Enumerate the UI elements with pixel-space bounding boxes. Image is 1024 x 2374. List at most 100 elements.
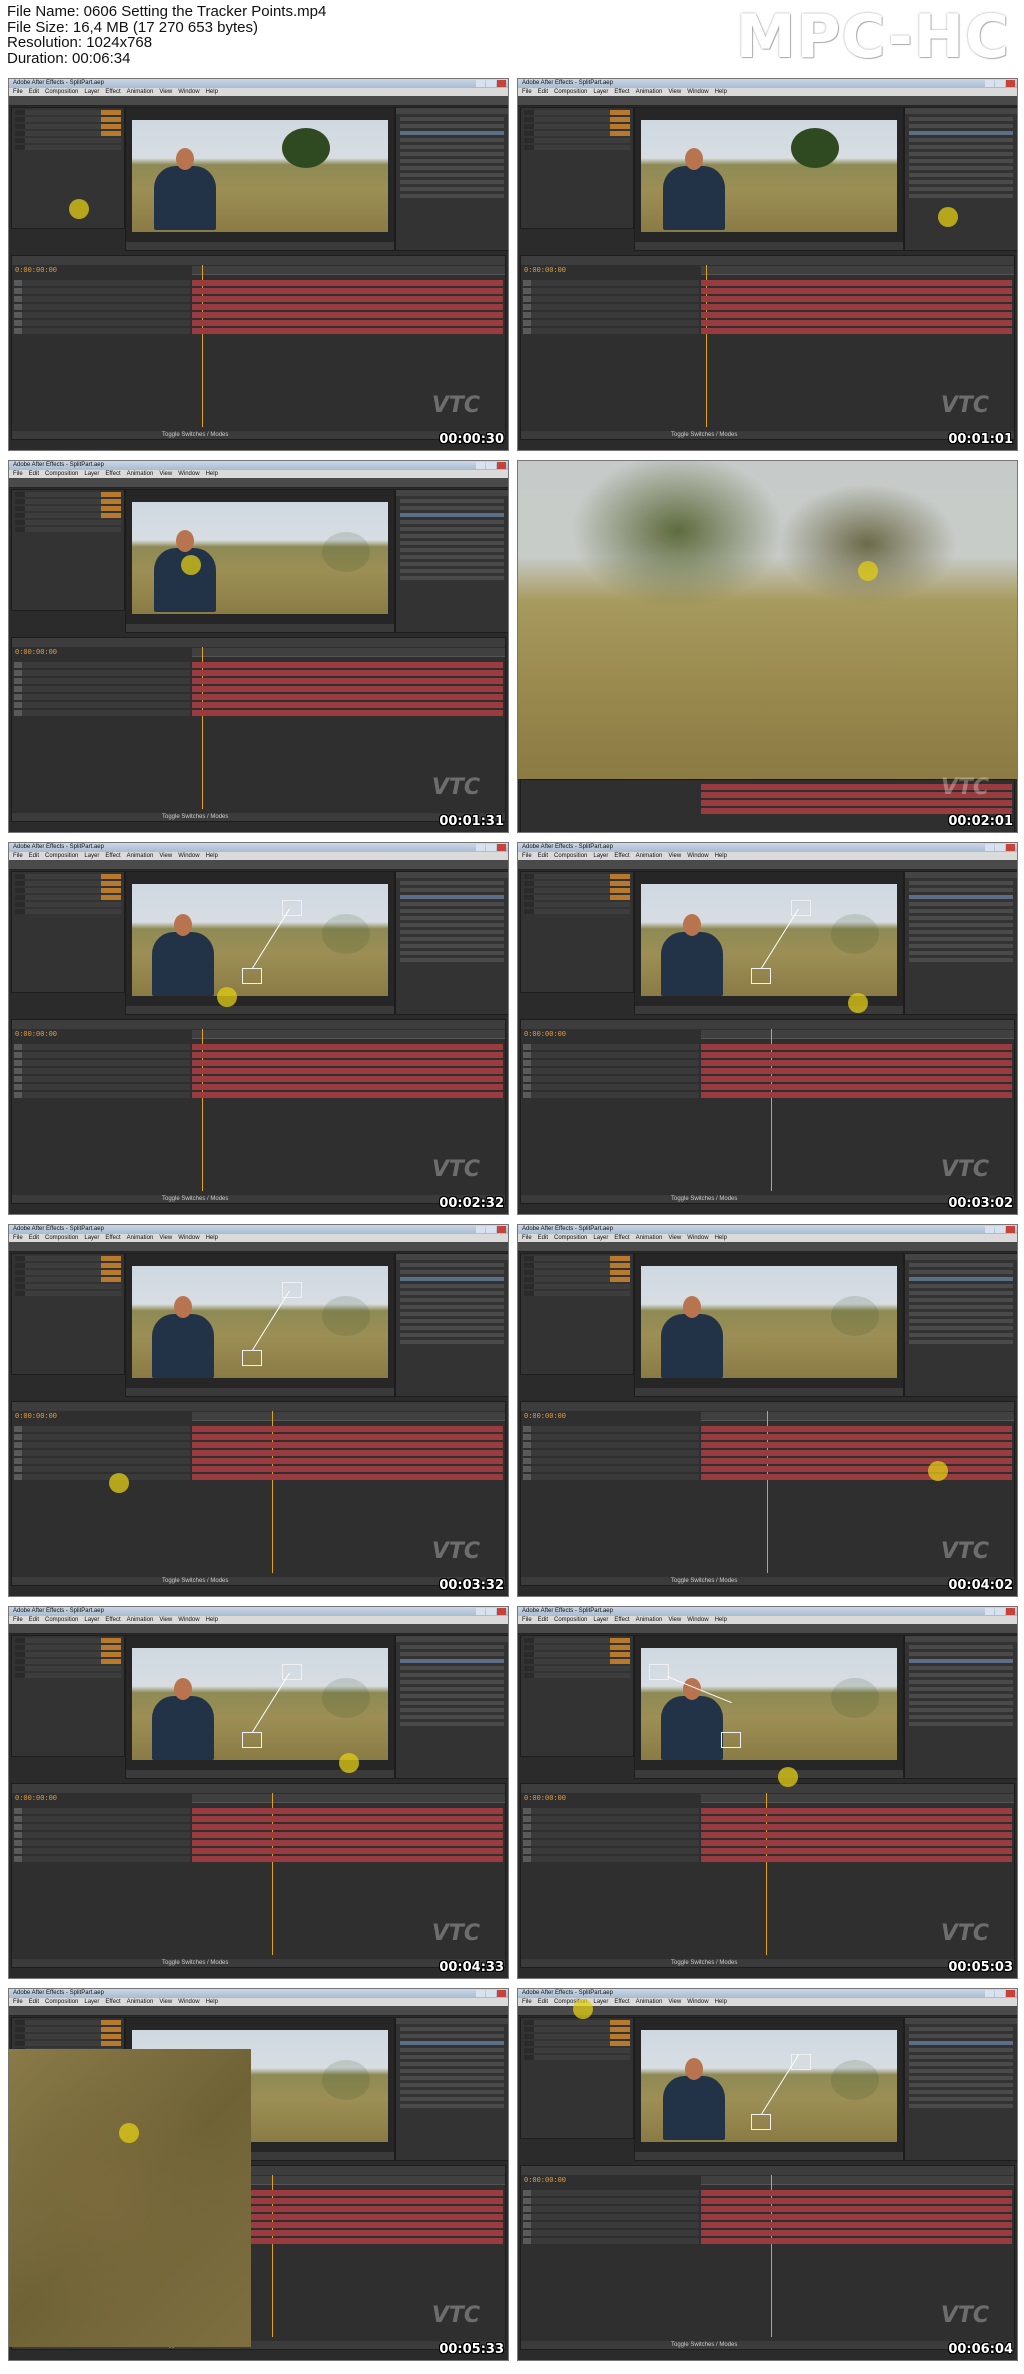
- menu-item[interactable]: Effect: [105, 853, 120, 859]
- menu-item[interactable]: Window: [178, 471, 199, 477]
- tools-toolbar[interactable]: [9, 2006, 508, 2016]
- menu-item[interactable]: Animation: [127, 1999, 154, 2005]
- window-controls[interactable]: [985, 80, 1015, 87]
- window-controls[interactable]: [476, 80, 506, 87]
- menu-item[interactable]: View: [668, 1999, 681, 2005]
- viewer-controls[interactable]: [635, 2152, 903, 2160]
- tracker-panel[interactable]: [904, 1253, 1017, 1397]
- composition-viewer[interactable]: [634, 1253, 904, 1397]
- tracker-panel[interactable]: [904, 107, 1017, 251]
- layer-tracks[interactable]: [701, 1044, 1012, 1100]
- window-controls[interactable]: [476, 844, 506, 851]
- menu-item[interactable]: Layer: [84, 471, 99, 477]
- timeline-footer[interactable]: Toggle Switches / Modes: [12, 1959, 505, 1967]
- menu-item[interactable]: Layer: [84, 1235, 99, 1241]
- menu-item[interactable]: Help: [715, 853, 727, 859]
- menu-bar[interactable]: File Edit Composition Layer Effect Animation V…: [518, 1234, 1017, 1242]
- layer-list[interactable]: [523, 1044, 699, 1100]
- menu-bar[interactable]: File Edit Composition Layer Effect Animation V…: [9, 1998, 508, 2006]
- menu-item[interactable]: Effect: [105, 1617, 120, 1623]
- menu-item[interactable]: File: [13, 1617, 23, 1623]
- composition-viewer[interactable]: [634, 2017, 904, 2161]
- menu-item[interactable]: Help: [715, 89, 727, 95]
- menu-item[interactable]: Layer: [593, 89, 608, 95]
- menu-item[interactable]: Composition: [45, 1617, 78, 1623]
- menu-item[interactable]: Window: [178, 853, 199, 859]
- time-ruler[interactable]: [701, 1030, 1014, 1039]
- tracker-panel[interactable]: [395, 2017, 508, 2161]
- tracker-panel[interactable]: [395, 871, 508, 1015]
- menu-item[interactable]: Edit: [29, 1617, 39, 1623]
- layer-list[interactable]: [14, 662, 190, 718]
- menu-bar[interactable]: File Edit Composition Layer Effect Animation V…: [9, 470, 508, 478]
- menu-item[interactable]: File: [522, 1235, 532, 1241]
- menu-item[interactable]: Effect: [105, 1235, 120, 1241]
- timeline-footer[interactable]: Toggle Switches / Modes: [521, 431, 1014, 439]
- menu-item[interactable]: View: [159, 1999, 172, 2005]
- viewer-controls[interactable]: [126, 624, 394, 632]
- menu-item[interactable]: View: [668, 1235, 681, 1241]
- timeline-footer[interactable]: Toggle Switches / Modes: [521, 1577, 1014, 1585]
- tools-toolbar[interactable]: [9, 478, 508, 488]
- menu-item[interactable]: Composition: [45, 471, 78, 477]
- menu-item[interactable]: Window: [687, 1617, 708, 1623]
- track-point-box[interactable]: [751, 968, 771, 984]
- menu-item[interactable]: Effect: [105, 89, 120, 95]
- menu-item[interactable]: Help: [206, 471, 218, 477]
- tracker-panel[interactable]: [395, 107, 508, 251]
- menu-item[interactable]: Edit: [538, 1617, 548, 1623]
- track-point-box[interactable]: [721, 1732, 741, 1748]
- composition-viewer[interactable]: [634, 107, 904, 251]
- menu-item[interactable]: Animation: [636, 89, 663, 95]
- menu-item[interactable]: Edit: [29, 89, 39, 95]
- tracker-panel[interactable]: [395, 1635, 508, 1779]
- tools-toolbar[interactable]: [9, 96, 508, 106]
- layer-tracks[interactable]: [701, 1808, 1012, 1864]
- menu-item[interactable]: File: [13, 89, 23, 95]
- menu-item[interactable]: Composition: [45, 89, 78, 95]
- timecode-display[interactable]: 0:00:00:00: [524, 1031, 566, 1039]
- layer-tracks[interactable]: [192, 1044, 503, 1100]
- menu-item[interactable]: File: [522, 89, 532, 95]
- menu-item[interactable]: Edit: [538, 1235, 548, 1241]
- window-controls[interactable]: [476, 1990, 506, 1997]
- layer-tracks[interactable]: [192, 280, 503, 336]
- menu-item[interactable]: Layer: [84, 853, 99, 859]
- menu-item[interactable]: Window: [178, 89, 199, 95]
- viewer-controls[interactable]: [126, 242, 394, 250]
- menu-item[interactable]: Edit: [29, 1999, 39, 2005]
- timeline-footer[interactable]: Toggle Switches / Modes: [12, 431, 505, 439]
- menu-item[interactable]: Window: [687, 1999, 708, 2005]
- viewer-controls[interactable]: [635, 242, 903, 250]
- window-controls[interactable]: [476, 1226, 506, 1233]
- tools-toolbar[interactable]: [9, 860, 508, 870]
- tools-toolbar[interactable]: [518, 96, 1017, 106]
- tools-toolbar[interactable]: [9, 1624, 508, 1634]
- layer-list[interactable]: [14, 1044, 190, 1100]
- tools-toolbar[interactable]: [518, 1624, 1017, 1634]
- menu-item[interactable]: Effect: [105, 471, 120, 477]
- track-point-box[interactable]: [242, 1732, 262, 1748]
- timeline-footer[interactable]: Toggle Switches / Modes: [12, 1577, 505, 1585]
- menu-item[interactable]: Effect: [614, 1999, 629, 2005]
- menu-item[interactable]: Edit: [29, 853, 39, 859]
- menu-item[interactable]: Animation: [636, 1999, 663, 2005]
- menu-item[interactable]: Layer: [84, 1617, 99, 1623]
- menu-bar[interactable]: File Edit Composition Layer Effect Animation V…: [518, 88, 1017, 96]
- layer-list[interactable]: [14, 1808, 190, 1864]
- time-ruler[interactable]: [192, 1412, 505, 1421]
- layer-list[interactable]: [523, 1808, 699, 1864]
- menu-item[interactable]: Edit: [538, 89, 548, 95]
- menu-item[interactable]: Animation: [127, 853, 154, 859]
- menu-item[interactable]: Window: [178, 1999, 199, 2005]
- menu-item[interactable]: File: [522, 1999, 532, 2005]
- menu-item[interactable]: Help: [206, 853, 218, 859]
- menu-item[interactable]: File: [13, 853, 23, 859]
- menu-item[interactable]: Effect: [614, 853, 629, 859]
- menu-item[interactable]: Effect: [105, 1999, 120, 2005]
- timecode-display[interactable]: 0:00:00:00: [15, 267, 57, 275]
- menu-item[interactable]: Layer: [593, 1999, 608, 2005]
- menu-item[interactable]: Effect: [614, 1617, 629, 1623]
- timeline-footer[interactable]: Toggle Switches / Modes: [12, 813, 505, 821]
- menu-item[interactable]: Edit: [538, 1999, 548, 2005]
